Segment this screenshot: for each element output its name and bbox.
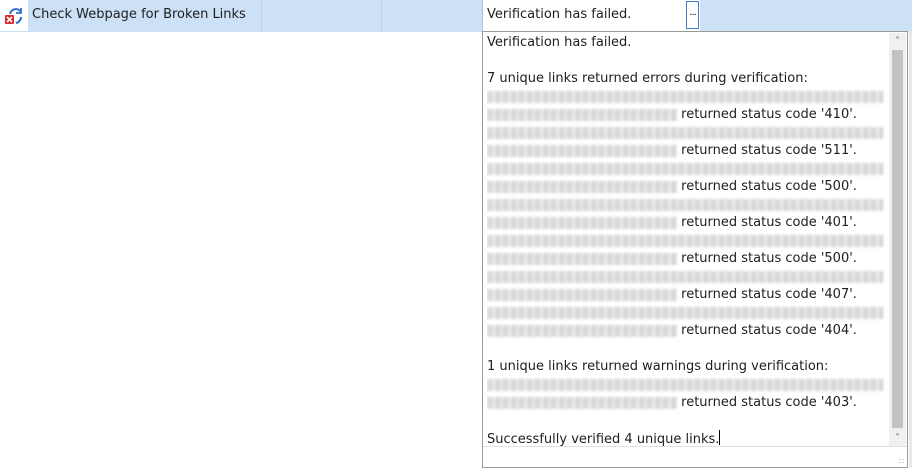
redacted-url	[487, 180, 677, 193]
memo-text: returned status code '410'.	[681, 107, 857, 122]
status-cell	[0, 0, 28, 31]
memo-line	[487, 412, 889, 430]
memo-line: 1 unique links returned warnings during …	[487, 358, 889, 376]
result-memo-dropdown[interactable]: Verification has failed. 7 unique links …	[482, 31, 908, 468]
redacted-url	[487, 90, 883, 103]
result-value: Verification has failed.	[487, 7, 632, 22]
redacted-url	[487, 162, 883, 175]
memo-line	[487, 52, 889, 70]
memo-line	[487, 160, 889, 178]
memo-text: returned status code '407'.	[681, 287, 857, 302]
memo-line	[487, 232, 889, 250]
memo-line: returned status code '511'.	[487, 142, 889, 160]
redacted-url	[487, 108, 677, 121]
memo-line: returned status code '500'.	[487, 178, 889, 196]
memo-line	[487, 88, 889, 106]
task-name-cell[interactable]: Check Webpage for Broken Links	[28, 0, 262, 31]
task-row[interactable]: Check Webpage for Broken Links Verificat…	[0, 0, 912, 32]
redacted-url	[487, 306, 883, 319]
memo-text-area[interactable]: Verification has failed. 7 unique links …	[487, 34, 889, 446]
redacted-url	[487, 378, 883, 391]
result-editor-cell[interactable]: Verification has failed. ...	[482, 0, 700, 31]
redacted-url	[487, 396, 677, 409]
resize-grip-bar: ∷	[483, 446, 907, 467]
grid-cell[interactable]	[382, 0, 482, 31]
memo-text: returned status code '500'.	[681, 179, 857, 194]
redacted-url	[487, 234, 883, 247]
memo-text: 7 unique links returned errors during ve…	[487, 71, 808, 86]
resize-grip-icon[interactable]: ∷	[899, 458, 905, 466]
redacted-url	[487, 126, 883, 139]
memo-line: returned status code '403'.	[487, 394, 889, 412]
memo-line: returned status code '404'.	[487, 322, 889, 340]
memo-text: Verification has failed.	[487, 35, 632, 50]
memo-text: returned status code '511'.	[681, 143, 857, 158]
memo-line: Verification has failed.	[487, 34, 889, 52]
memo-line	[487, 268, 889, 286]
redacted-url	[487, 270, 883, 283]
redacted-url	[487, 252, 677, 265]
memo-line: returned status code '407'.	[487, 286, 889, 304]
grid-cell[interactable]	[262, 0, 382, 31]
window: Check Webpage for Broken Links Verificat…	[0, 0, 912, 472]
memo-text: Successfully verified 4 unique links.	[487, 432, 720, 446]
refresh-error-icon	[5, 8, 23, 24]
memo-line: Successfully verified 4 unique links.	[487, 430, 889, 446]
memo-line	[487, 304, 889, 322]
grid-cell[interactable]	[700, 0, 912, 31]
redacted-url	[487, 144, 677, 157]
memo-line	[487, 340, 889, 358]
memo-line	[487, 124, 889, 142]
redacted-url	[487, 198, 883, 211]
text-caret	[719, 430, 721, 445]
memo-text: 1 unique links returned warnings during …	[487, 359, 829, 374]
vertical-scrollbar[interactable]: ˄ ˅	[889, 33, 906, 447]
memo-text: returned status code '401'.	[681, 215, 857, 230]
memo-text: returned status code '403'.	[681, 395, 857, 410]
scrollbar-thumb[interactable]	[892, 50, 903, 428]
expand-ellipsis-button[interactable]: ...	[686, 1, 699, 29]
memo-text: returned status code '404'.	[681, 323, 857, 338]
scroll-up-icon[interactable]: ˄	[889, 33, 906, 50]
memo-text: returned status code '500'.	[681, 251, 857, 266]
memo-line	[487, 376, 889, 394]
memo-line: 7 unique links returned errors during ve…	[487, 70, 889, 88]
task-name: Check Webpage for Broken Links	[32, 7, 246, 22]
scroll-down-icon[interactable]: ˅	[889, 430, 906, 447]
redacted-url	[487, 288, 677, 301]
redacted-url	[487, 324, 677, 337]
memo-line: returned status code '500'.	[487, 250, 889, 268]
memo-line: returned status code '401'.	[487, 214, 889, 232]
memo-line: returned status code '410'.	[487, 106, 889, 124]
memo-line	[487, 196, 889, 214]
redacted-url	[487, 216, 677, 229]
